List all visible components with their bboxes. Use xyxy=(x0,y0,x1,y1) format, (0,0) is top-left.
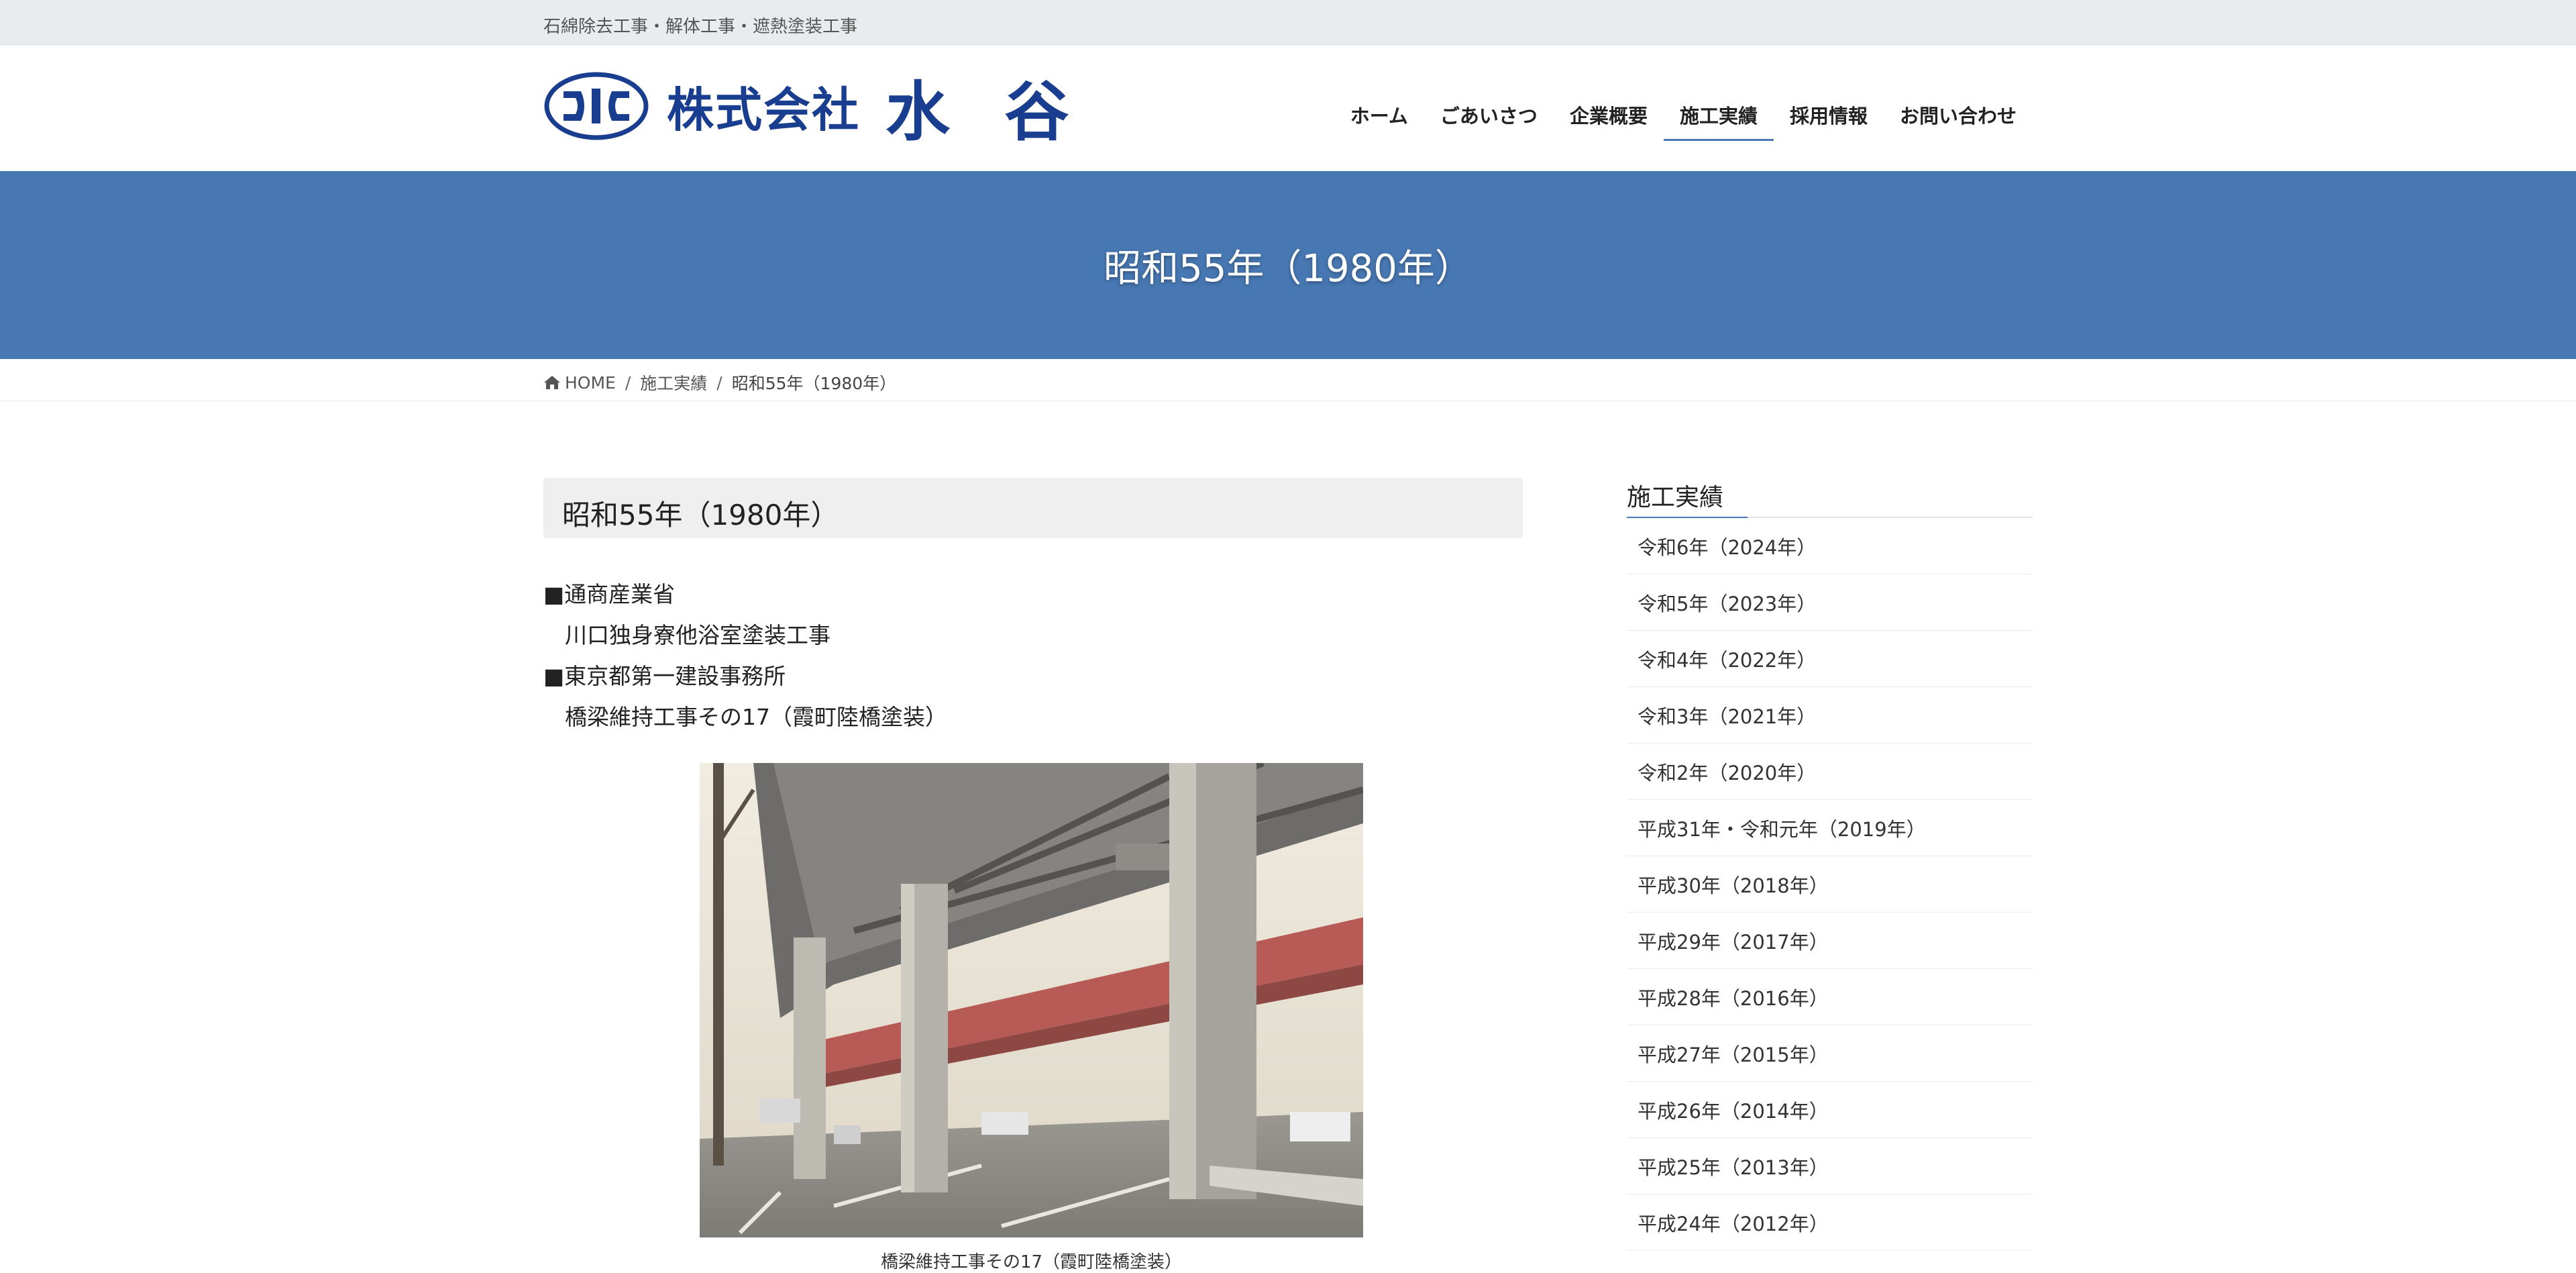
sidebar-item-2013[interactable]: 平成25年（2013年） xyxy=(1627,1138,2033,1194)
nav-greeting[interactable]: ごあいさつ xyxy=(1424,89,1554,141)
company-emblem-icon xyxy=(544,72,649,140)
bridge-photo xyxy=(700,763,1363,1237)
nav-company-profile[interactable]: 企業概要 xyxy=(1554,89,1664,141)
sidebar-item-2018[interactable]: 平成30年（2018年） xyxy=(1627,856,2033,913)
top-bar: 石綿除去工事・解体工事・遮熱塗装工事 xyxy=(0,0,2576,46)
page-title: 昭和55年（1980年） xyxy=(1104,246,1472,291)
sidebar-item-2014[interactable]: 平成26年（2014年） xyxy=(1627,1082,2033,1138)
bridge-photo-illustration xyxy=(700,763,1363,1237)
breadcrumb-works[interactable]: 施工実績 xyxy=(640,370,707,395)
sidebar-item-2021[interactable]: 令和3年（2021年） xyxy=(1627,687,2033,744)
sidebar-item-2016[interactable]: 平成28年（2016年） xyxy=(1627,969,2033,1025)
entry-title: 昭和55年（1980年） xyxy=(562,499,839,531)
sidebar-item-2012[interactable]: 平成24年（2012年） xyxy=(1627,1194,2033,1251)
home-icon xyxy=(544,376,560,389)
sidebar-year-list: 令和6年（2024年） 令和5年（2023年） 令和4年（2022年） 令和3年… xyxy=(1627,518,2033,1251)
breadcrumb-home[interactable]: HOME xyxy=(543,373,616,393)
entry-project: 橋梁維持工事その17（霞町陸橋塗装） xyxy=(565,704,947,730)
nav-home[interactable]: ホーム xyxy=(1334,89,1424,141)
entry-client: ■東京都第一建設事務所 xyxy=(543,663,786,689)
site-header: 株式会社 水 谷 ホーム ごあいさつ 企業概要 施工実績 採用情報 お問い合わせ xyxy=(0,46,2576,171)
sidebar-item-2020[interactable]: 令和2年（2020年） xyxy=(1627,744,2033,800)
site-tagline: 石綿除去工事・解体工事・遮熱塗装工事 xyxy=(543,17,858,37)
site-logo[interactable]: 株式会社 水 谷 xyxy=(543,71,1085,150)
nav-recruit[interactable]: 採用情報 xyxy=(1774,89,1884,141)
logo-company-text: 株式会社 xyxy=(667,82,860,138)
sidebar-widget-title: 施工実績 xyxy=(1627,478,2033,518)
breadcrumb-current: 昭和55年（1980年） xyxy=(731,374,897,393)
sidebar-item-2022[interactable]: 令和4年（2022年） xyxy=(1627,631,2033,687)
entry-project: 川口独身寮他浴室塗装工事 xyxy=(565,622,830,648)
entry-title-box: 昭和55年（1980年） xyxy=(543,478,1523,538)
nav-contact[interactable]: お問い合わせ xyxy=(1884,89,2033,141)
sidebar-item-2019[interactable]: 平成31年・令和元年（2019年） xyxy=(1627,800,2033,856)
sidebar-item-2023[interactable]: 令和5年（2023年） xyxy=(1627,574,2033,631)
page-header-banner: 昭和55年（1980年） xyxy=(0,171,2576,359)
sidebar-item-2015[interactable]: 平成27年（2015年） xyxy=(1627,1025,2033,1082)
photo-caption: 橋梁維持工事その17（霞町陸橋塗装） xyxy=(880,1252,1183,1272)
breadcrumb-home-label: HOME xyxy=(565,372,616,393)
logo-name-text: 水 谷 xyxy=(885,73,1085,150)
breadcrumb-separator: / xyxy=(625,372,631,393)
sidebar-item-2024[interactable]: 令和6年（2024年） xyxy=(1627,518,2033,574)
breadcrumb: HOME / 施工実績 / 昭和55年（1980年） xyxy=(0,359,2576,401)
nav-works[interactable]: 施工実績 xyxy=(1663,89,1774,141)
main-nav: ホーム ごあいさつ 企業概要 施工実績 採用情報 お問い合わせ xyxy=(1334,89,2033,141)
sidebar-item-2017[interactable]: 平成29年（2017年） xyxy=(1627,913,2033,969)
breadcrumb-separator: / xyxy=(716,372,722,393)
entry-body: ■通商産業省 川口独身寮他浴室塗装工事 ■東京都第一建設事務所 橋梁維持工事その… xyxy=(543,574,1523,737)
sidebar: 施工実績 令和6年（2024年） 令和5年（2023年） 令和4年（2022年）… xyxy=(1627,478,2033,1251)
entry-client: ■通商産業省 xyxy=(543,581,676,607)
